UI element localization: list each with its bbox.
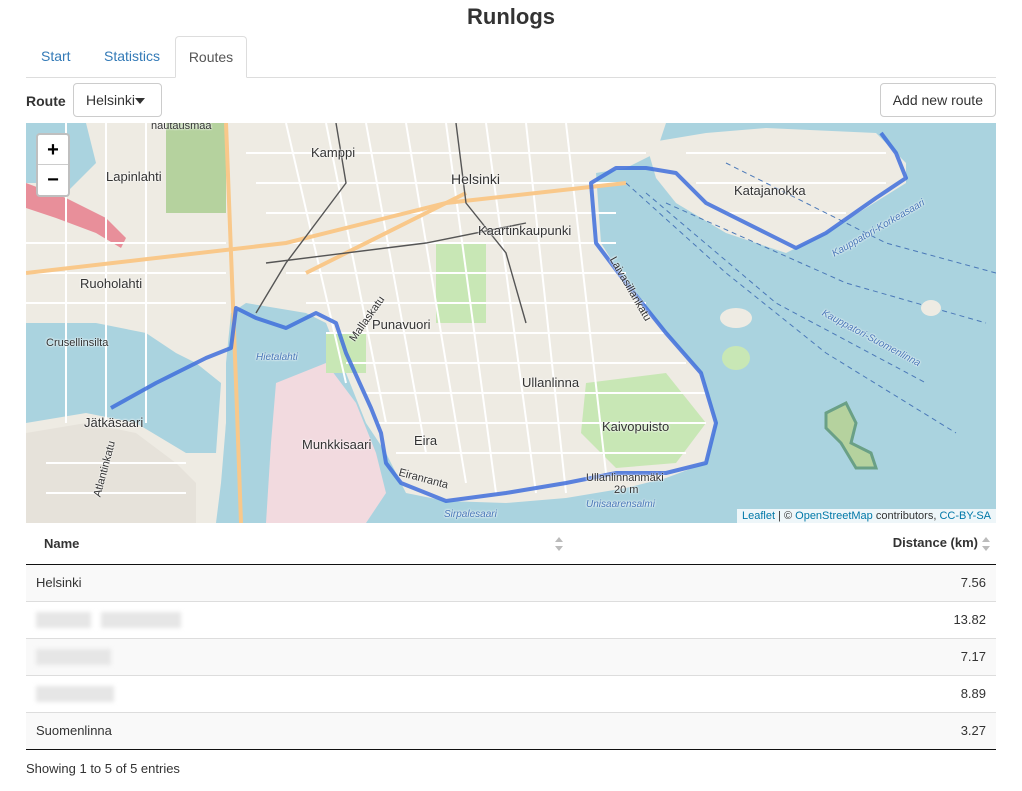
app-title: Runlogs <box>467 4 555 29</box>
table-row[interactable]: 7.17 <box>26 637 996 675</box>
route-distance: 13.82 <box>585 600 996 638</box>
tab-statistics[interactable]: Statistics <box>89 36 175 78</box>
map-label-ullanlinna: Ullanlinna <box>522 375 580 390</box>
sort-icon <box>555 537 563 551</box>
attribution-contributors: contributors, <box>872 510 940 522</box>
map-label-helsinki: Helsinki <box>451 171 501 187</box>
map-label-elevation: 20 m <box>614 484 639 496</box>
zoom-out-button[interactable]: − <box>38 165 68 195</box>
column-header-name-label: Name <box>44 535 80 551</box>
route-name-redacted <box>26 637 586 675</box>
route-toolbar: Route Helsinki Add new route <box>26 83 996 117</box>
map-label-munkkisaari: Munkkisaari <box>302 437 372 452</box>
map-label-ruoholahti: Ruoholahti <box>80 276 143 291</box>
map-label-punavuori: Punavuori <box>372 317 431 332</box>
map-label-eira: Eira <box>414 433 438 448</box>
map-label-kaivopuisto: Kaivopuisto <box>602 419 670 434</box>
route-select[interactable]: Helsinki <box>73 83 162 117</box>
route-name: Helsinki <box>26 563 586 601</box>
route-name: Suomenlinna <box>26 711 586 750</box>
map-label-hietalahti: Hietalahti <box>256 352 298 363</box>
table-info: Showing 1 to 5 of 5 entries <box>26 761 180 776</box>
map-label-unisaarensalmi: Unisaarensalmi <box>586 499 655 510</box>
license-link[interactable]: CC-BY-SA <box>939 510 991 522</box>
zoom-control: + − <box>36 133 70 197</box>
attribution-separator: | © <box>775 510 796 522</box>
add-new-route-button[interactable]: Add new route <box>879 83 996 117</box>
table-row[interactable]: Suomenlinna 3.27 <box>26 711 996 750</box>
tab-start[interactable]: Start <box>26 36 86 78</box>
route-map[interactable]: + − Kamppi Helsinki Lapinlahti hautausma… <box>26 123 996 523</box>
route-distance: 8.89 <box>585 674 996 712</box>
map-label-lapinlahti: Lapinlahti <box>106 169 162 184</box>
openstreetmap-link[interactable]: OpenStreetMap <box>795 510 873 522</box>
tab-routes[interactable]: Routes <box>175 36 247 78</box>
table-row[interactable]: 8.89 <box>26 674 996 712</box>
route-select-value: Helsinki <box>86 92 136 108</box>
table-row[interactable]: Helsinki 7.56 <box>26 563 996 601</box>
column-header-distance[interactable]: Distance (km) <box>585 523 996 565</box>
map-label-jatkasaari: Jätkäsaari <box>84 415 144 430</box>
route-name-redacted <box>26 674 586 712</box>
route-distance: 7.17 <box>585 637 996 675</box>
map-label-sirpalesaari: Sirpalesaari <box>444 509 497 520</box>
sort-icon <box>982 537 990 552</box>
table-row[interactable]: 13.82 <box>26 600 996 638</box>
route-distance: 7.56 <box>585 563 996 601</box>
map-label-kaartinkaupunki: Kaartinkaupunki <box>478 223 572 238</box>
leaflet-link[interactable]: Leaflet <box>742 510 775 522</box>
map-label-ullanlinnanmaki: Ullanlinnanmäki <box>586 472 664 484</box>
caret-down-icon <box>135 98 145 104</box>
route-distance: 3.27 <box>585 711 996 750</box>
map-label-hautausmaa: hautausmaa <box>151 123 212 132</box>
map-attribution: Leaflet | © OpenStreetMap contributors, … <box>736 509 996 523</box>
route-name-redacted <box>26 600 586 638</box>
route-label: Route <box>26 93 66 109</box>
map-label-kamppi: Kamppi <box>311 145 356 160</box>
column-header-distance-label: Distance (km) <box>892 535 978 551</box>
column-header-name[interactable]: Name <box>26 523 586 565</box>
map-label-katajanokka: Katajanokka <box>734 183 806 198</box>
zoom-in-button[interactable]: + <box>38 135 68 165</box>
tab-bar: Start Statistics Routes <box>26 36 996 78</box>
routes-table: Name Distance (km) Helsinki 7.56 13.82 7… <box>26 523 996 750</box>
map-label-crusellinsilta: Crusellinsilta <box>46 337 109 349</box>
